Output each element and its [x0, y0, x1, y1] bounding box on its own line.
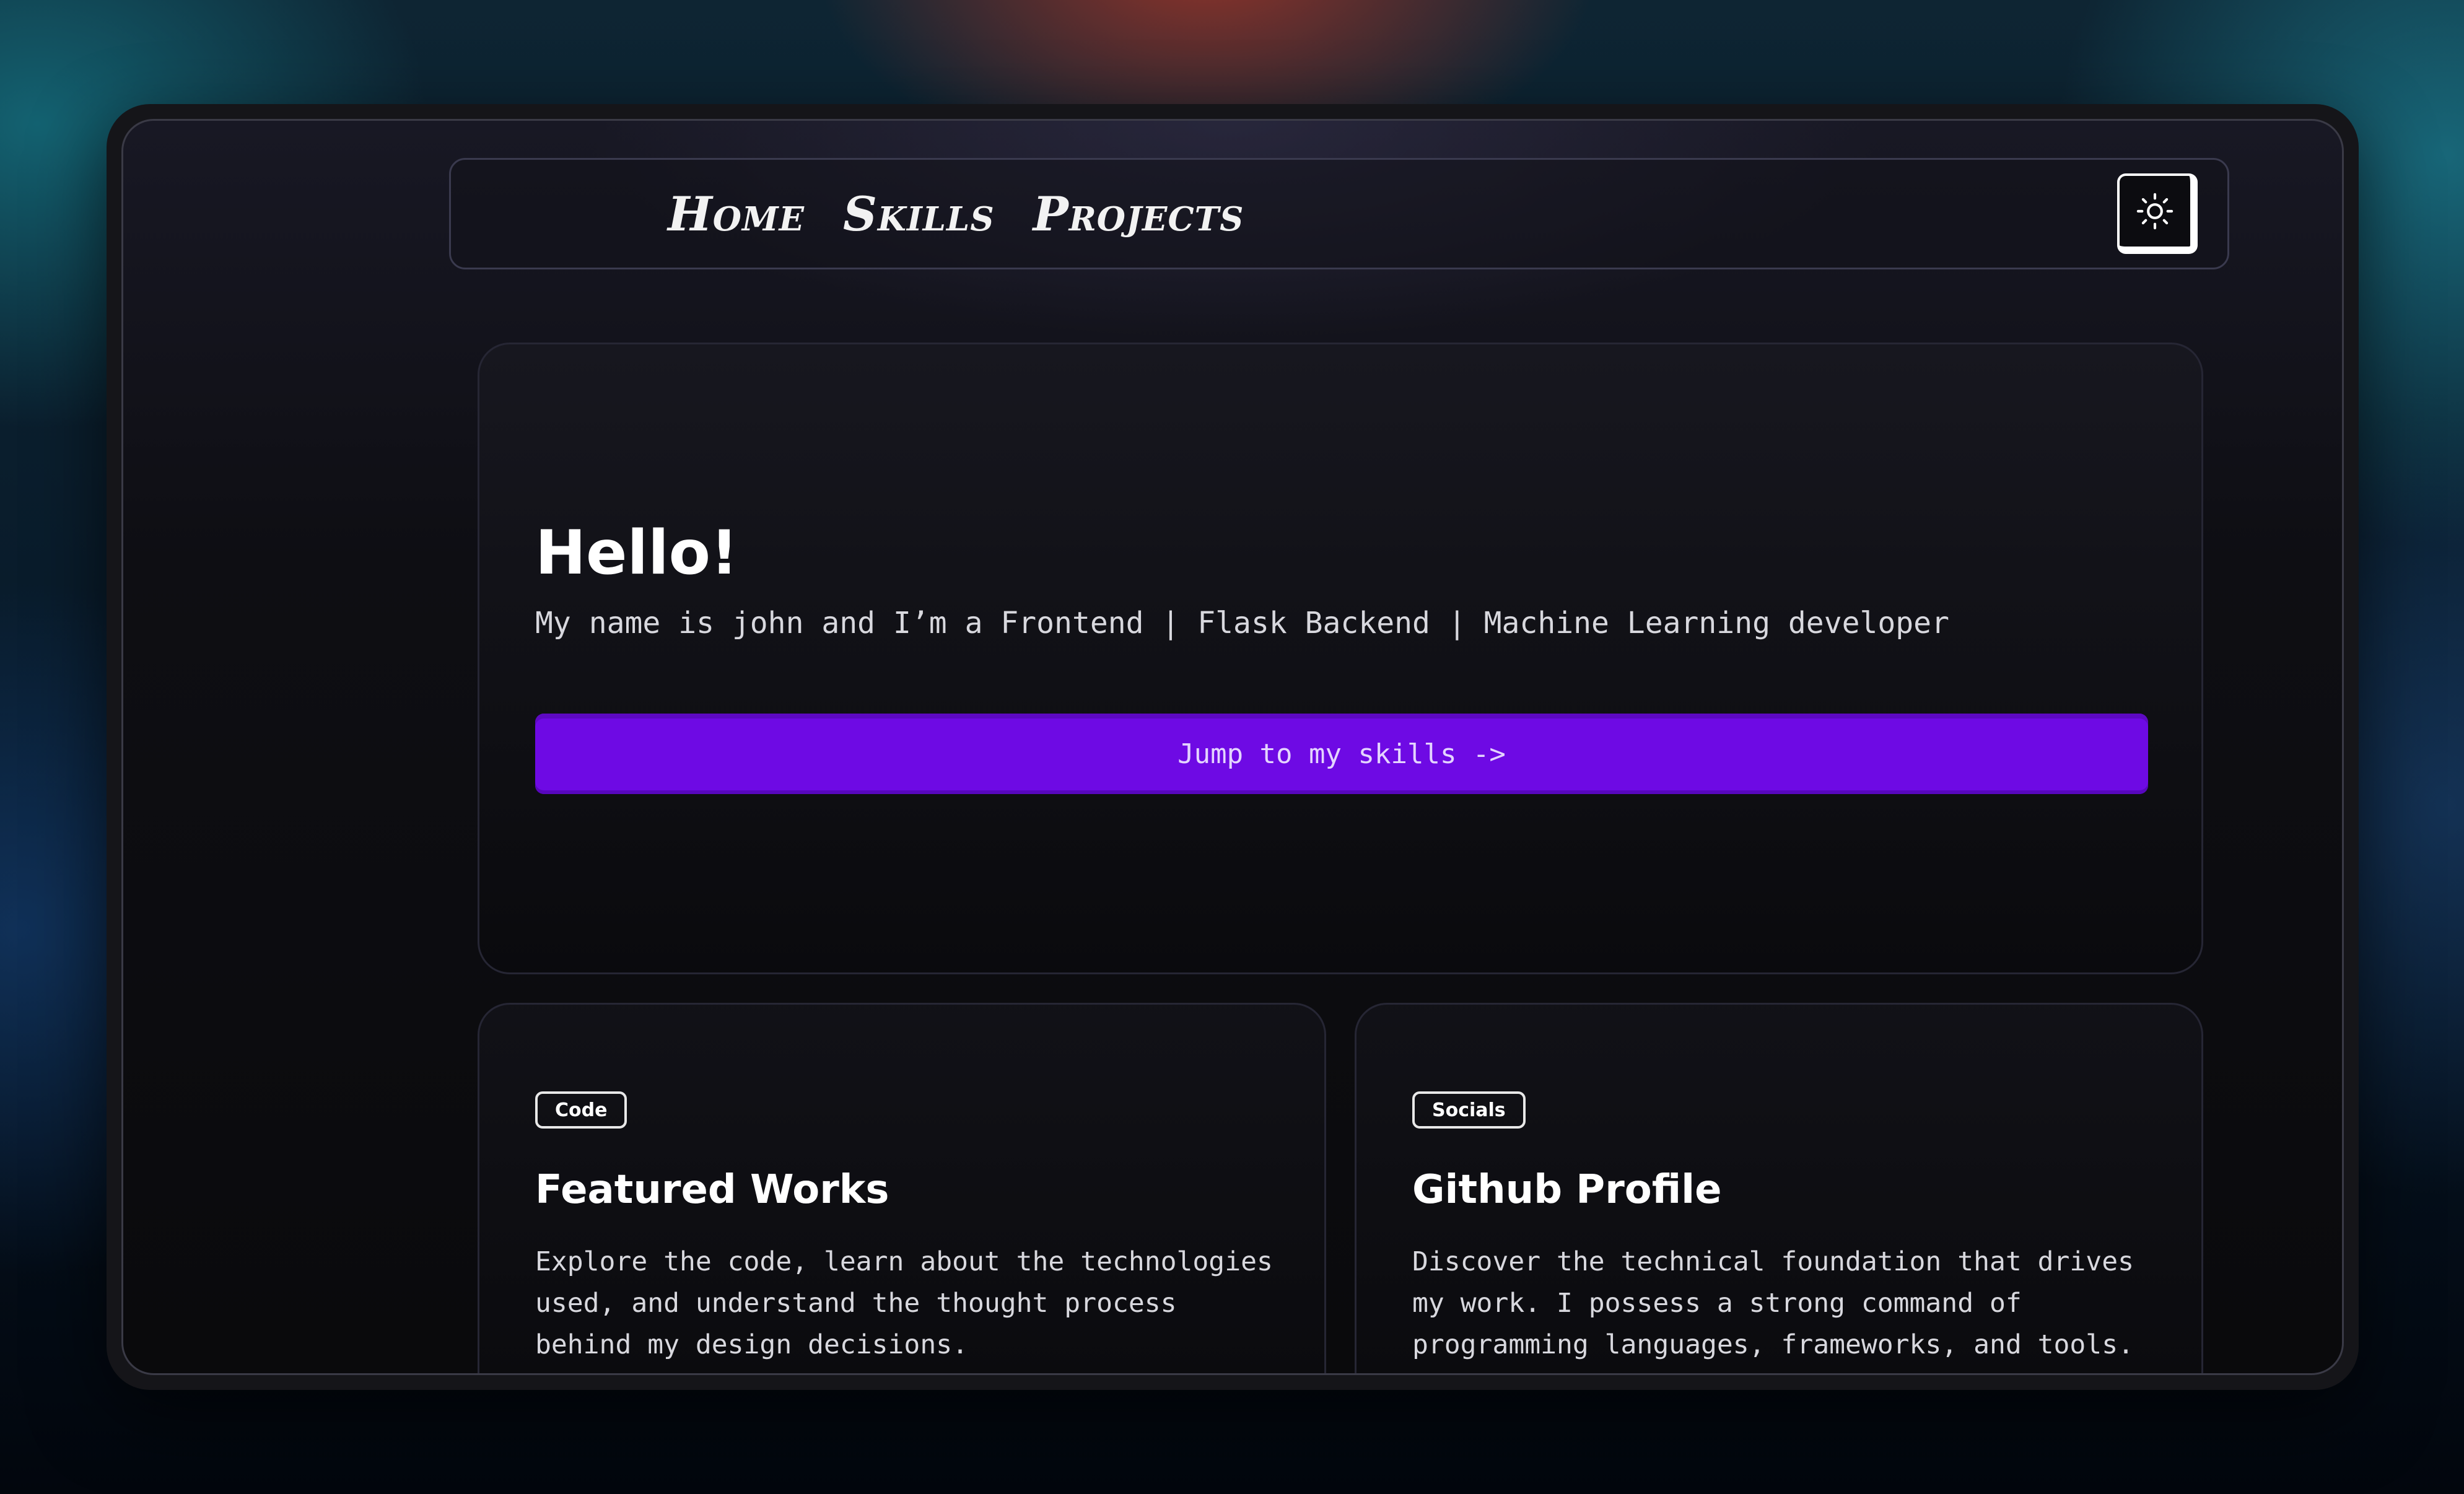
- nav-link-home[interactable]: Home: [668, 186, 805, 242]
- browser-viewport: Home Skills Projects Hello! My name is j…: [121, 119, 2344, 1375]
- featured-works-card[interactable]: Code Featured Works Explore the code, le…: [478, 1003, 1326, 1373]
- github-profile-card[interactable]: Socials Github Profile Discover the tech…: [1355, 1003, 2203, 1373]
- hero-card: Hello! My name is john and I’m a Fronten…: [478, 343, 2203, 974]
- card-description: Explore the code, learn about the techno…: [535, 1246, 1273, 1360]
- card-title-github-profile: Github Profile: [1412, 1167, 1722, 1213]
- card-description: Discover the technical foundation that d…: [1412, 1246, 2134, 1360]
- nav-bar: Home Skills Projects: [449, 158, 2229, 269]
- hero-subtitle: My name is john and I’m a Frontend | Fla…: [535, 606, 1949, 640]
- sun-icon: [2136, 193, 2173, 230]
- nav-link-skills[interactable]: Skills: [843, 186, 995, 242]
- nav-link-projects[interactable]: Projects: [1033, 186, 1244, 242]
- card-badge-code: Code: [535, 1091, 627, 1129]
- device-frame: Home Skills Projects Hello! My name is j…: [107, 104, 2359, 1390]
- hero-title: Hello!: [535, 518, 738, 588]
- card-title-featured-works: Featured Works: [535, 1167, 889, 1213]
- jump-to-skills-button[interactable]: Jump to my skills ->: [535, 714, 2148, 794]
- card-badge-socials: Socials: [1412, 1091, 1526, 1129]
- nav-links: Home Skills Projects: [668, 160, 1244, 268]
- theme-toggle-button[interactable]: [2117, 173, 2198, 254]
